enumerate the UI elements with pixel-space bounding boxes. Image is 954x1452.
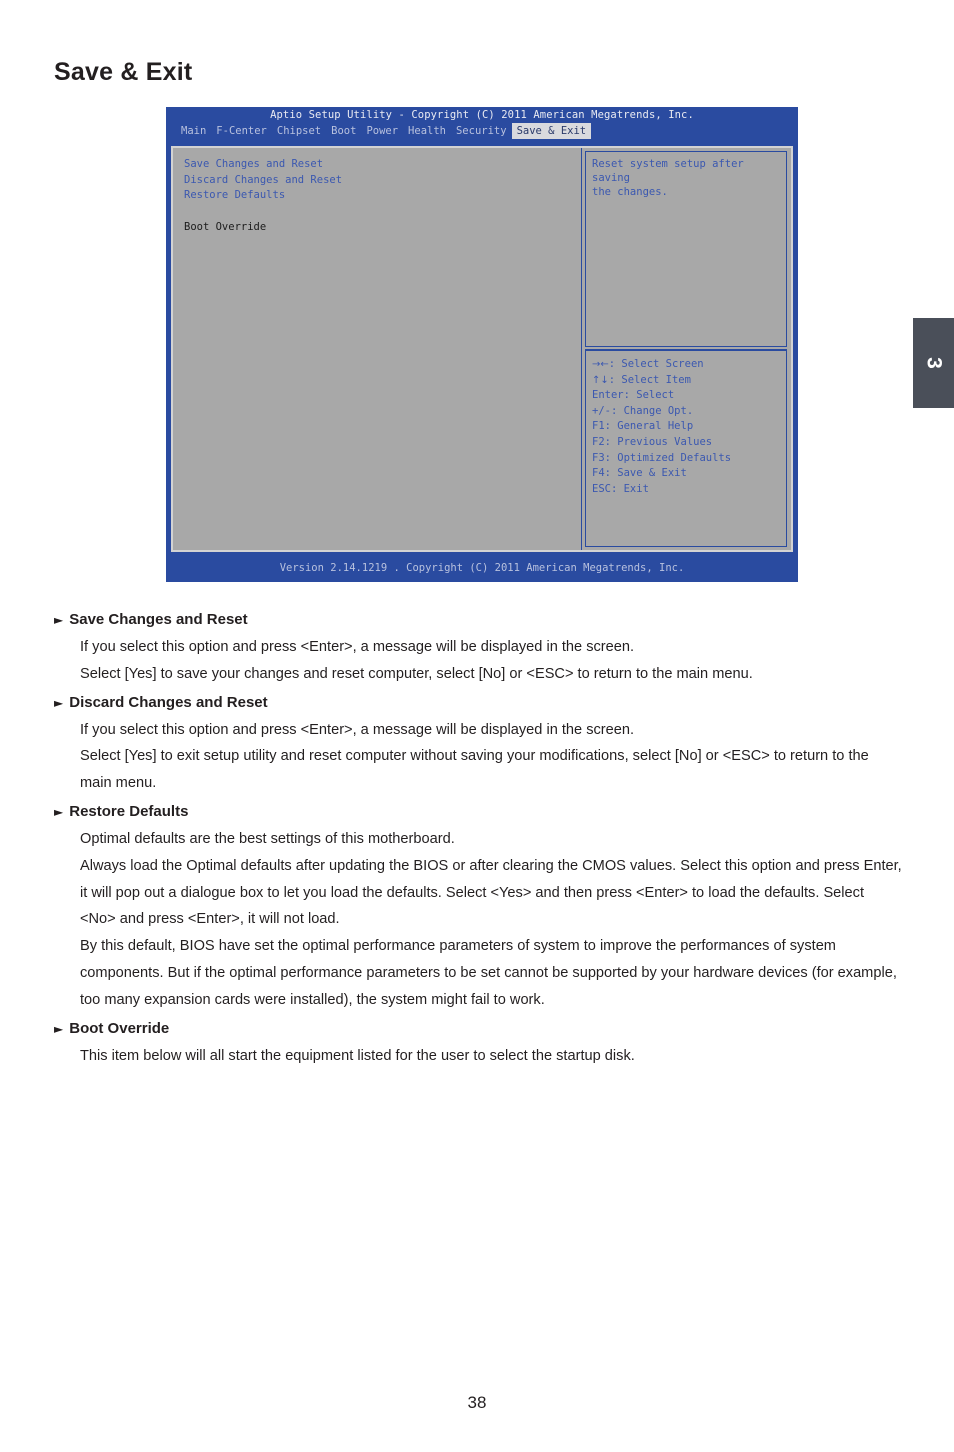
bios-legend-line: Enter: Select: [592, 389, 675, 402]
bios-help-box: Reset system setup after saving the chang…: [585, 151, 787, 347]
triangle-right-icon: ►: [54, 695, 64, 710]
section-body: This item below will all start the equip…: [54, 1043, 902, 1070]
bios-option-boot-override[interactable]: Boot Override: [184, 220, 581, 236]
bios-option-save-changes-and-reset[interactable]: Save Changes and Reset: [184, 157, 581, 173]
section-body: If you select this option and press <Ent…: [54, 717, 902, 797]
section-paragraph: Always load the Optimal defaults after u…: [80, 857, 902, 928]
section-paragraph: By this default, BIOS have set the optim…: [80, 938, 897, 1008]
bios-legend-line: ESC: Exit: [592, 482, 649, 495]
chapter-tab-number: 3: [922, 357, 946, 369]
bios-tab-save-exit[interactable]: Save & Exit: [511, 123, 592, 139]
bios-legend-text: : Select Item: [608, 373, 691, 386]
section-body: Optimal defaults are the best settings o…: [54, 826, 902, 1014]
section-paragraph: Optimal defaults are the best settings o…: [80, 830, 455, 847]
page-number: 38: [467, 1393, 487, 1412]
bios-tab-f-center[interactable]: F-Center: [211, 123, 272, 139]
triangle-right-icon: ►: [54, 1021, 64, 1036]
bios-body: Save Changes and Reset Discard Changes an…: [171, 146, 793, 552]
bios-legend-text: : Select Screen: [608, 358, 704, 370]
section-heading: ► Discard Changes and Reset: [54, 689, 902, 717]
section-paragraph: If you select this option and press <Ent…: [80, 721, 635, 738]
section-heading-label: Save Changes and Reset: [69, 611, 248, 628]
section-paragraph: Select [Yes] to save your changes and re…: [80, 665, 753, 682]
bios-tab-power[interactable]: Power: [361, 123, 403, 139]
bios-title-bar: Aptio Setup Utility - Copyright (C) 2011…: [270, 109, 694, 121]
section-heading: ► Boot Override: [54, 1015, 902, 1043]
section-paragraph: If you select this option and press <Ent…: [80, 639, 635, 655]
bios-legend-line: →←: Select Screen: [592, 357, 780, 373]
page-title: Save & Exit: [54, 58, 193, 86]
bios-menu-bar: Main F-Center Chipset Boot Power Health Securi…: [166, 123, 798, 139]
section-body: If you select this option and press <Ent…: [54, 634, 902, 688]
bios-tab-boot[interactable]: Boot: [326, 123, 361, 139]
section-heading-label: Restore Defaults: [69, 802, 189, 820]
bios-options-panel: Save Changes and Reset Discard Changes an…: [173, 148, 582, 550]
bios-legend-line: ↑↓: Select Item: [592, 373, 780, 389]
bios-help-line: the changes.: [592, 186, 668, 198]
bios-tab-main[interactable]: Main: [176, 123, 211, 139]
bios-option-restore-defaults[interactable]: Restore Defaults: [184, 188, 581, 204]
triangle-right-icon: ►: [54, 613, 64, 627]
bios-legend-line: F3: Optimized Defaults: [592, 451, 732, 464]
section-heading-label: Boot Override: [69, 1019, 170, 1037]
bios-footer-version: Version 2.14.1219 . Copyright (C) 2011 A…: [279, 562, 685, 574]
bios-legend-line: F4: Save & Exit: [592, 467, 687, 480]
bios-legend-line: F2: Previous Values: [592, 435, 713, 448]
bios-key-legend: →←: Select Screen ↑↓: Select Item Enter: S…: [585, 349, 787, 547]
bios-tab-security[interactable]: Security: [451, 123, 512, 139]
content-body: ► Save Changes and Reset If you select thi…: [54, 606, 902, 1070]
bios-legend-line: F1: General Help: [592, 420, 694, 433]
bios-option-discard-changes-and-reset[interactable]: Discard Changes and Reset: [184, 173, 581, 189]
arrow-keys-icon: →←: [592, 359, 609, 370]
doc-section: ► Discard Changes and Reset If you select …: [54, 689, 902, 797]
doc-section: ► Boot Override This item below will all s…: [54, 1015, 902, 1070]
section-heading: ► Save Changes and Reset: [54, 606, 902, 634]
section-heading-label: Discard Changes and Reset: [69, 693, 268, 711]
section-paragraph: This item below will all start the equip…: [80, 1047, 635, 1064]
bios-tab-chipset[interactable]: Chipset: [272, 123, 326, 139]
doc-section: ► Save Changes and Reset If you select thi…: [54, 606, 902, 688]
bios-screenshot: Aptio Setup Utility - Copyright (C) 2011…: [166, 107, 798, 582]
section-heading: ► Restore Defaults: [54, 798, 902, 826]
doc-section: ► Restore Defaults Optimal defaults are th…: [54, 798, 902, 1014]
arrow-keys-icon: ↑↓: [592, 374, 609, 386]
section-paragraph: Select [Yes] to exit setup utility and r…: [80, 748, 869, 792]
bios-help-line: Reset system setup after saving: [592, 158, 744, 184]
bios-option-spacer: [184, 204, 581, 220]
triangle-right-icon: ►: [54, 804, 64, 819]
bios-side-panel: Reset system setup after saving the chang…: [582, 148, 791, 550]
chapter-tab: 3: [913, 318, 954, 408]
bios-legend-line: +/-: Change Opt.: [592, 404, 694, 417]
bios-tab-health[interactable]: Health: [403, 123, 451, 139]
